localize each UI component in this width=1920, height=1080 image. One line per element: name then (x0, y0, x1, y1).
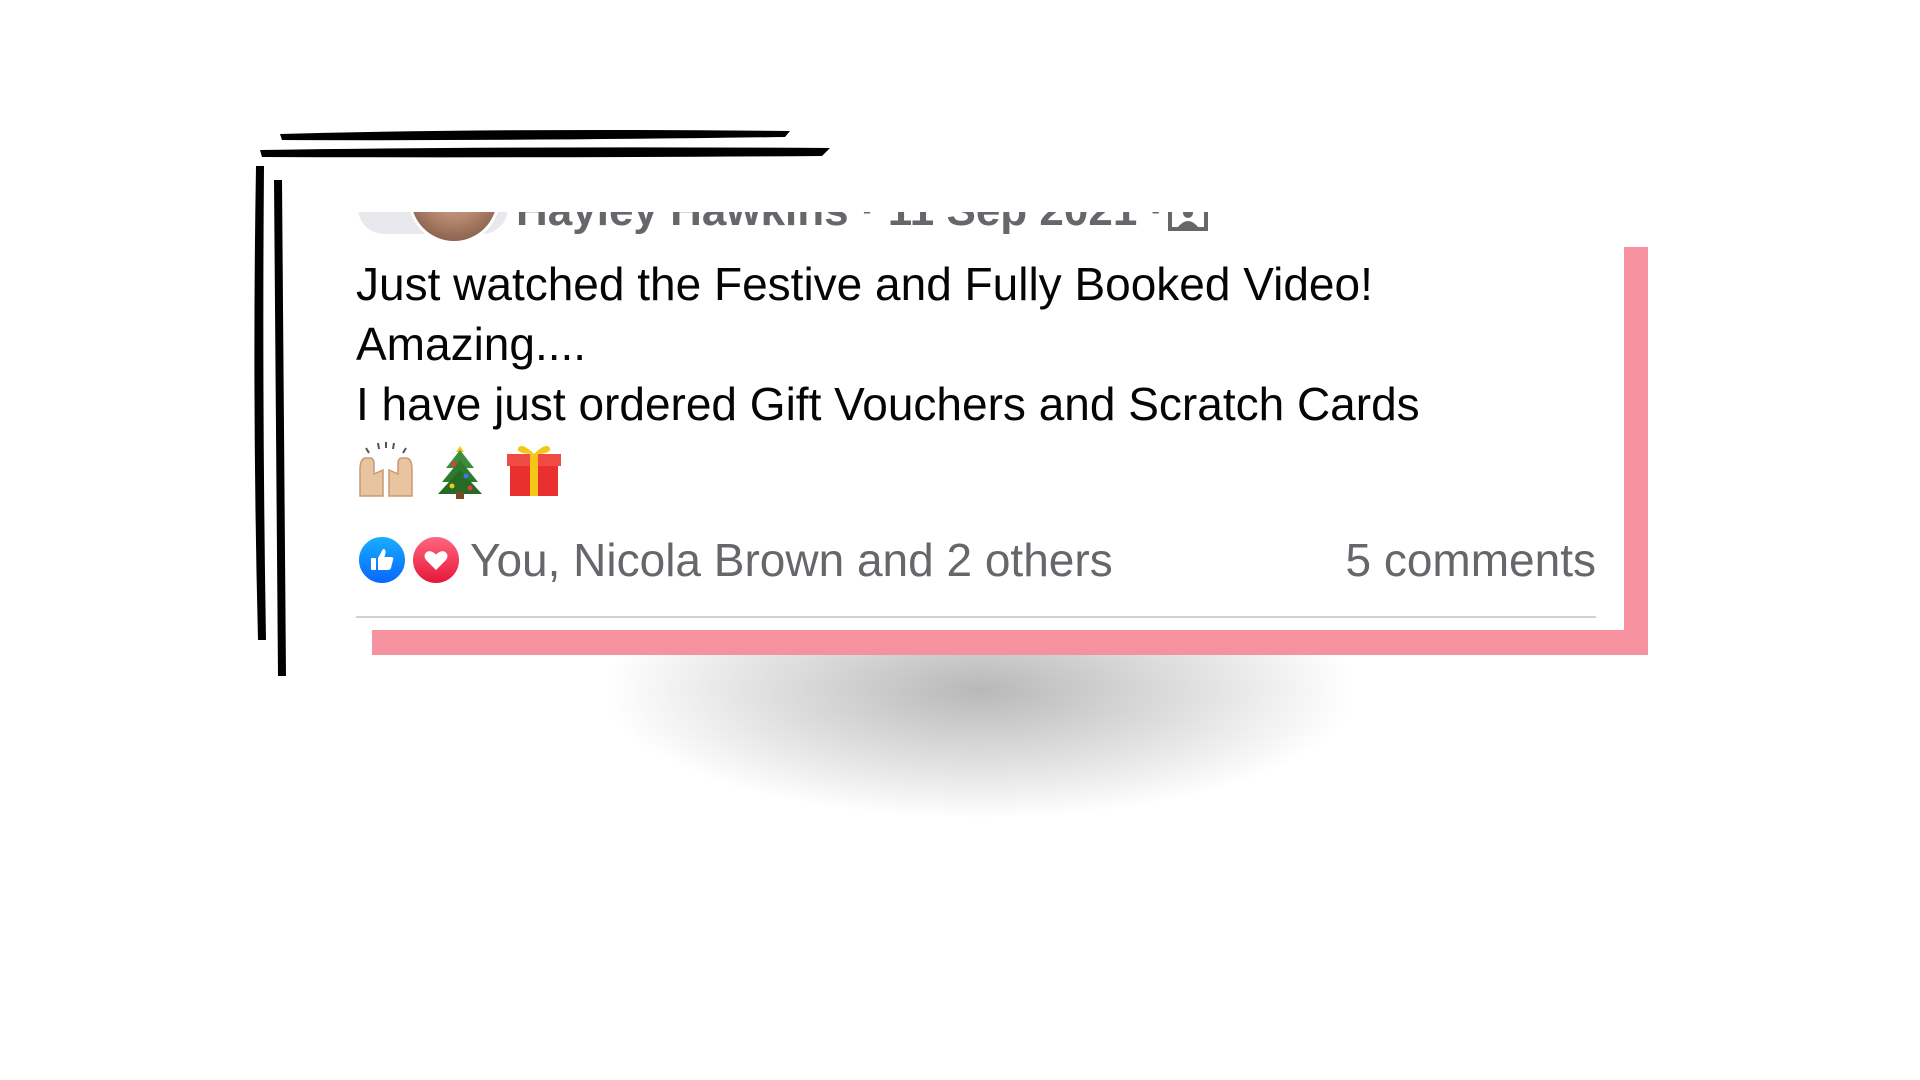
love-icon (410, 534, 462, 586)
hand-drawn-corner-bracket (254, 130, 830, 676)
like-icon (356, 534, 408, 586)
